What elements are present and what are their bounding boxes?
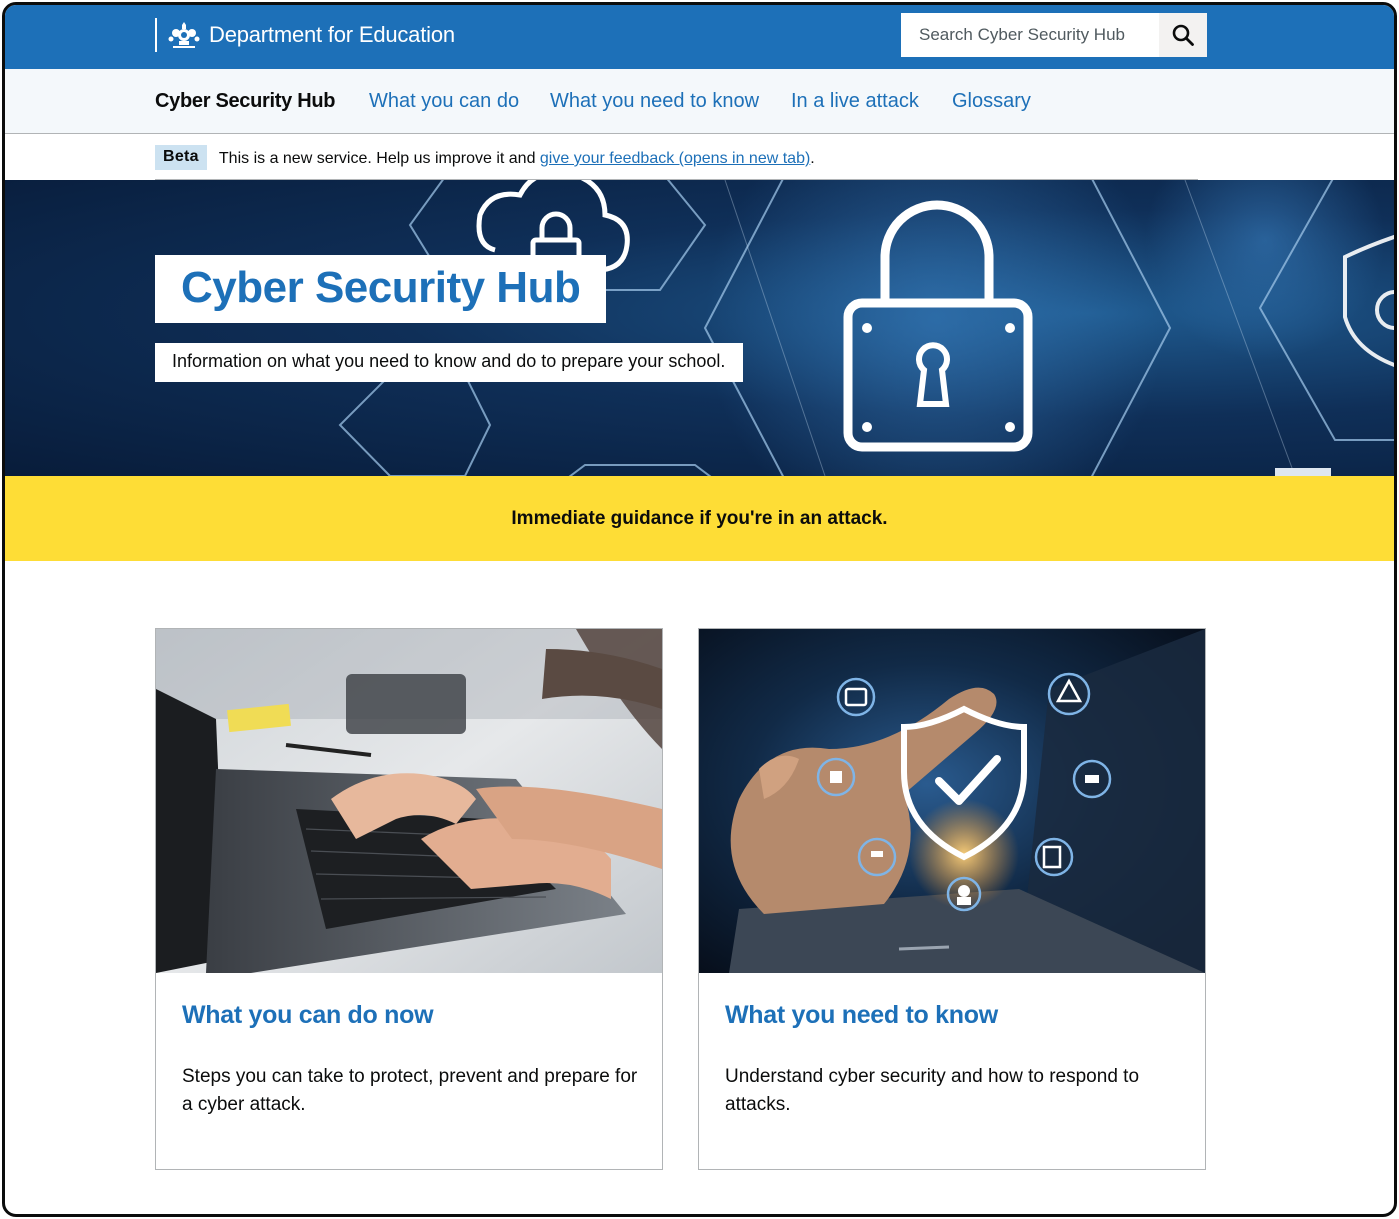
card-title[interactable]: What you can do now [182, 1001, 434, 1030]
org-name: Department for Education [209, 22, 455, 47]
live-attack-banner[interactable]: Immediate guidance if you're in an attac… [5, 476, 1394, 561]
card-what-you-can-do-now[interactable]: What you can do now Steps you can take t… [155, 628, 663, 1170]
card-image-security-shield [699, 629, 1205, 973]
search-input[interactable] [901, 13, 1159, 57]
hero-subtitle-box: Information on what you need to know and… [155, 343, 744, 382]
beta-tag: Beta [155, 145, 207, 170]
laptop-typing-image [156, 629, 662, 973]
nav-what-you-need-to-know[interactable]: What you need to know [550, 90, 759, 113]
beta-message: This is a new service. Help us improve i… [219, 150, 815, 168]
service-navigation: Cyber Security Hub What you can do What … [5, 69, 1394, 134]
hero-subtitle: Information on what you need to know and… [172, 351, 726, 371]
beta-text-before: This is a new service. Help us improve i… [218, 150, 540, 167]
search-form [901, 13, 1207, 57]
service-name[interactable]: Cyber Security Hub [155, 90, 336, 113]
org-logo-link[interactable]: Department for Education [155, 17, 455, 53]
nav-in-a-live-attack[interactable]: In a live attack [791, 90, 919, 113]
security-shield-image [699, 629, 1205, 973]
hero-title: Cyber Security Hub [181, 263, 581, 312]
search-button[interactable] [1159, 13, 1207, 57]
hero-background-graphic [338, 180, 1394, 476]
card-image-laptop-typing [156, 629, 662, 973]
brand-divider [155, 18, 157, 52]
nav-glossary[interactable]: Glossary [952, 90, 1031, 113]
header: Department for Education [5, 5, 1394, 69]
beta-text-after: . [810, 150, 815, 167]
hero-banner: Cyber Security Hub Information on what y… [5, 180, 1394, 476]
card-description: Steps you can take to protect, prevent a… [182, 1066, 638, 1115]
feedback-link[interactable]: give your feedback (opens in new tab) [540, 150, 810, 167]
search-icon [1172, 24, 1194, 46]
page-frame: Department for Education Cyber Security … [2, 2, 1397, 1217]
card-what-you-need-to-know[interactable]: What you need to know Understand cyber s… [698, 628, 1206, 1170]
royal-crest-icon [168, 22, 200, 48]
card-title[interactable]: What you need to know [725, 1001, 998, 1030]
hero-title-box: Cyber Security Hub [155, 255, 607, 323]
live-attack-link[interactable]: Immediate guidance if you're in an attac… [511, 508, 887, 530]
card-description: Understand cyber security and how to res… [725, 1066, 1140, 1115]
nav-what-you-can-do[interactable]: What you can do [369, 90, 519, 113]
phase-banner: Beta This is a new service. Help us impr… [5, 135, 1394, 180]
